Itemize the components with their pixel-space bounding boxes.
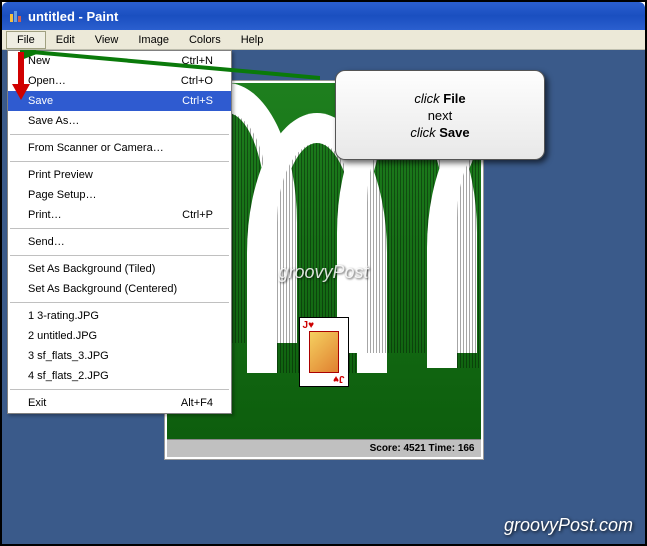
file-recent-1[interactable]: 1 3-rating.JPG — [8, 306, 231, 326]
file-print-preview[interactable]: Print Preview — [8, 165, 231, 185]
green-arrow-icon — [20, 50, 320, 100]
menu-colors[interactable]: Colors — [179, 32, 231, 48]
file-exit[interactable]: ExitAlt+F4 — [8, 393, 231, 413]
menubar: File Edit View Image Colors Help — [2, 30, 645, 50]
file-recent-4[interactable]: 4 sf_flats_2.JPG — [8, 366, 231, 386]
menu-help[interactable]: Help — [231, 32, 274, 48]
callout-line-3: click Save — [410, 125, 469, 140]
file-recent-3[interactable]: 3 sf_flats_3.JPG — [8, 346, 231, 366]
window-title: untitled - Paint — [28, 9, 118, 24]
menu-separator — [10, 255, 229, 256]
file-bg-centered[interactable]: Set As Background (Centered) — [8, 279, 231, 299]
menu-separator — [10, 228, 229, 229]
callout-line-2: next — [428, 108, 453, 123]
app-icon — [8, 8, 24, 24]
file-bg-tiled[interactable]: Set As Background (Tiled) — [8, 259, 231, 279]
file-print[interactable]: Print…Ctrl+P — [8, 205, 231, 225]
score-value: 4521 — [404, 443, 426, 454]
menu-edit[interactable]: Edit — [46, 32, 85, 48]
callout-line-1: click File — [414, 91, 465, 106]
time-label: Time: — [429, 443, 456, 454]
watermark-footer: groovyPost.com — [504, 515, 633, 536]
menu-separator — [10, 161, 229, 162]
menu-separator — [10, 389, 229, 390]
menu-separator — [10, 302, 229, 303]
file-page-setup[interactable]: Page Setup… — [8, 185, 231, 205]
menu-view[interactable]: View — [85, 32, 129, 48]
menu-file[interactable]: File — [6, 31, 46, 49]
file-menu-dropdown: NewCtrl+N Open…Ctrl+O SaveCtrl+S Save As… — [7, 50, 232, 414]
menu-image[interactable]: Image — [128, 32, 179, 48]
instruction-callout: click File next click Save — [335, 70, 545, 160]
time-value: 166 — [458, 443, 475, 454]
game-statusbar: Score: 4521 Time: 166 — [167, 439, 481, 457]
menu-separator — [10, 134, 229, 135]
score-label: Score: — [370, 443, 401, 454]
playing-card: J♥ J♥ — [299, 317, 349, 387]
red-arrow-icon — [12, 52, 30, 100]
file-from-scanner[interactable]: From Scanner or Camera… — [8, 138, 231, 158]
window-titlebar: untitled - Paint — [2, 2, 645, 30]
file-save-as[interactable]: Save As… — [8, 111, 231, 131]
watermark-center: groovyPost — [278, 262, 368, 283]
file-send[interactable]: Send… — [8, 232, 231, 252]
file-recent-2[interactable]: 2 untitled.JPG — [8, 326, 231, 346]
